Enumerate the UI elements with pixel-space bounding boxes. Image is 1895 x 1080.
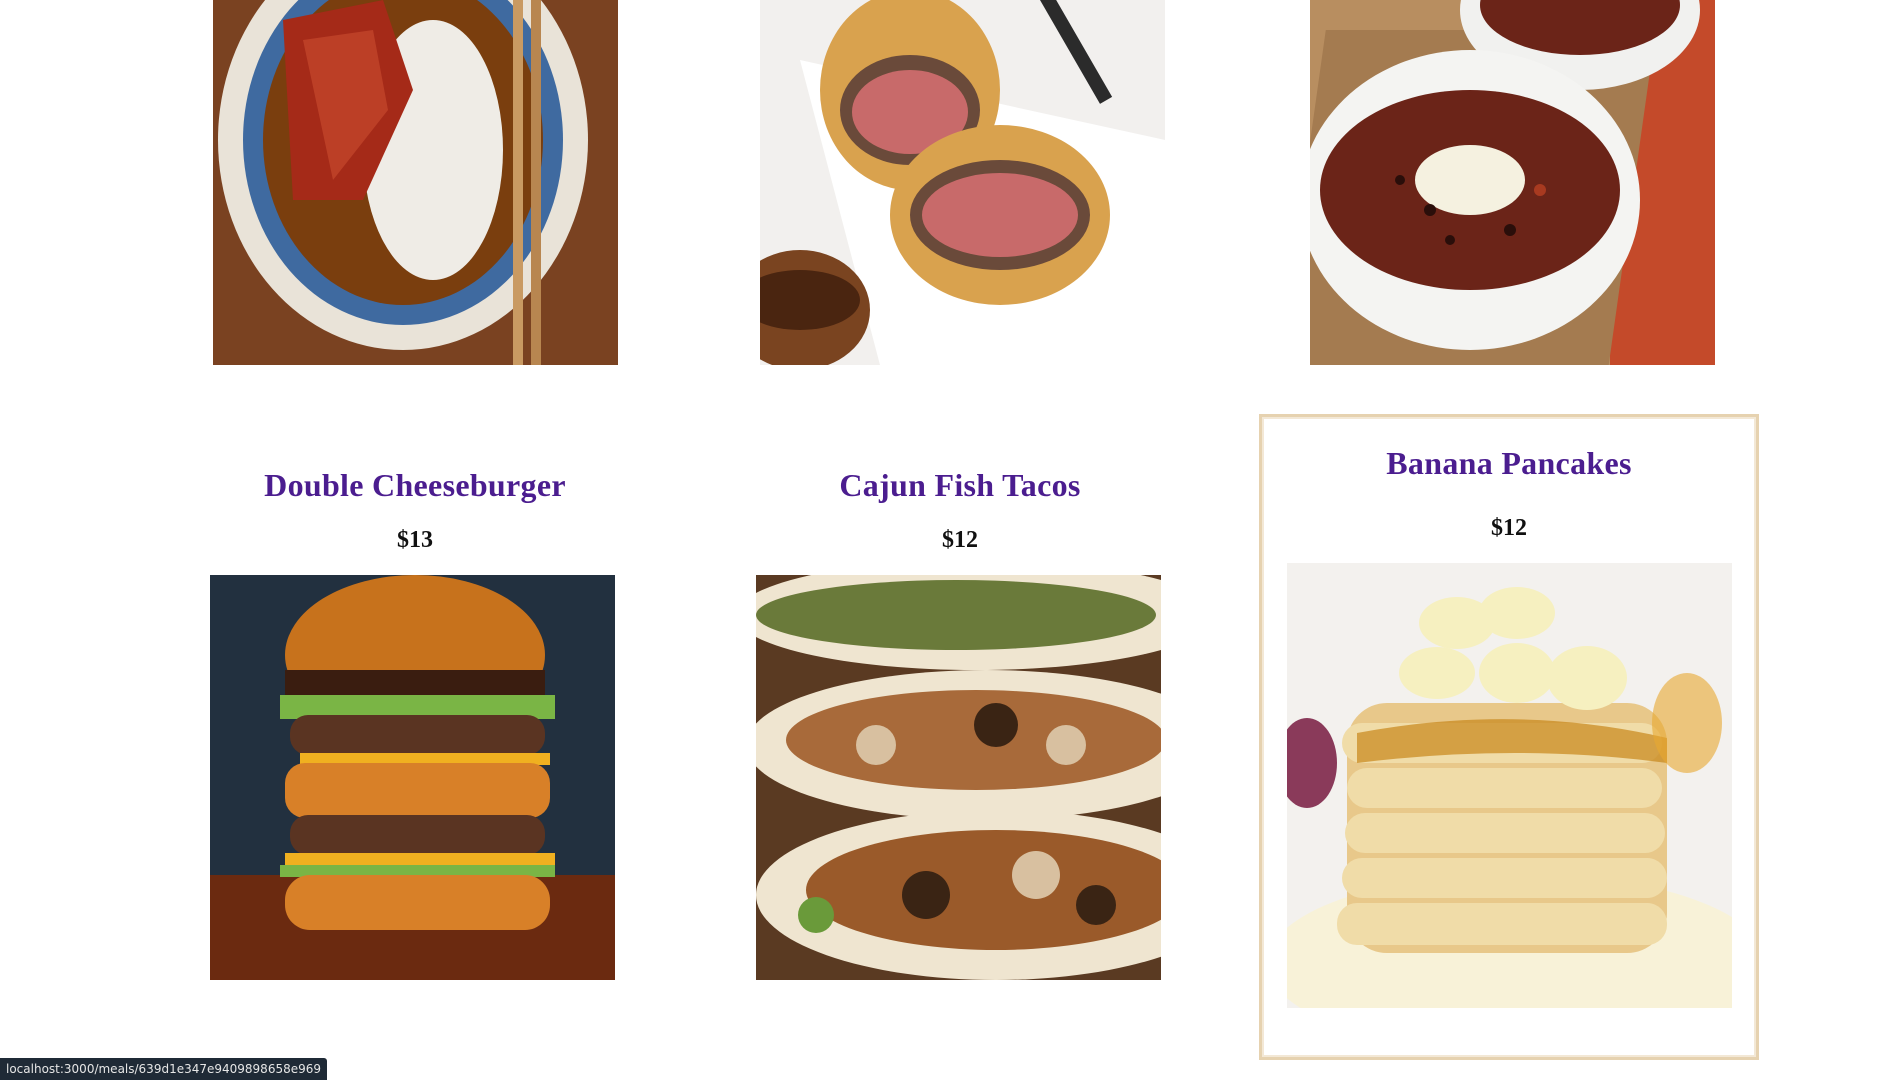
meal-image-beef-wellington[interactable] (760, 0, 1165, 365)
meal-image-bean-chili[interactable] (1310, 0, 1715, 365)
meal-price: $12 (1491, 515, 1527, 541)
meal-title[interactable]: Cajun Fish Tacos (740, 467, 1180, 504)
meal-price: $12 (942, 527, 978, 553)
meal-image-katsu-curry[interactable] (213, 0, 618, 365)
meal-title[interactable]: Double Cheeseburger (190, 467, 640, 504)
meal-image-banana-pancakes[interactable] (1287, 563, 1732, 1008)
meal-image-cajun-fish-tacos[interactable] (756, 575, 1161, 980)
meal-price: $13 (397, 527, 433, 553)
browser-status-bar-url: localhost:3000/meals/639d1e347e940989865… (0, 1058, 328, 1080)
meals-page: Double Cheeseburger $13 Cajun Fish Tacos… (0, 0, 1895, 1080)
meal-title[interactable]: Banana Pancakes (1262, 445, 1756, 482)
meal-image-double-cheeseburger[interactable] (210, 575, 615, 980)
